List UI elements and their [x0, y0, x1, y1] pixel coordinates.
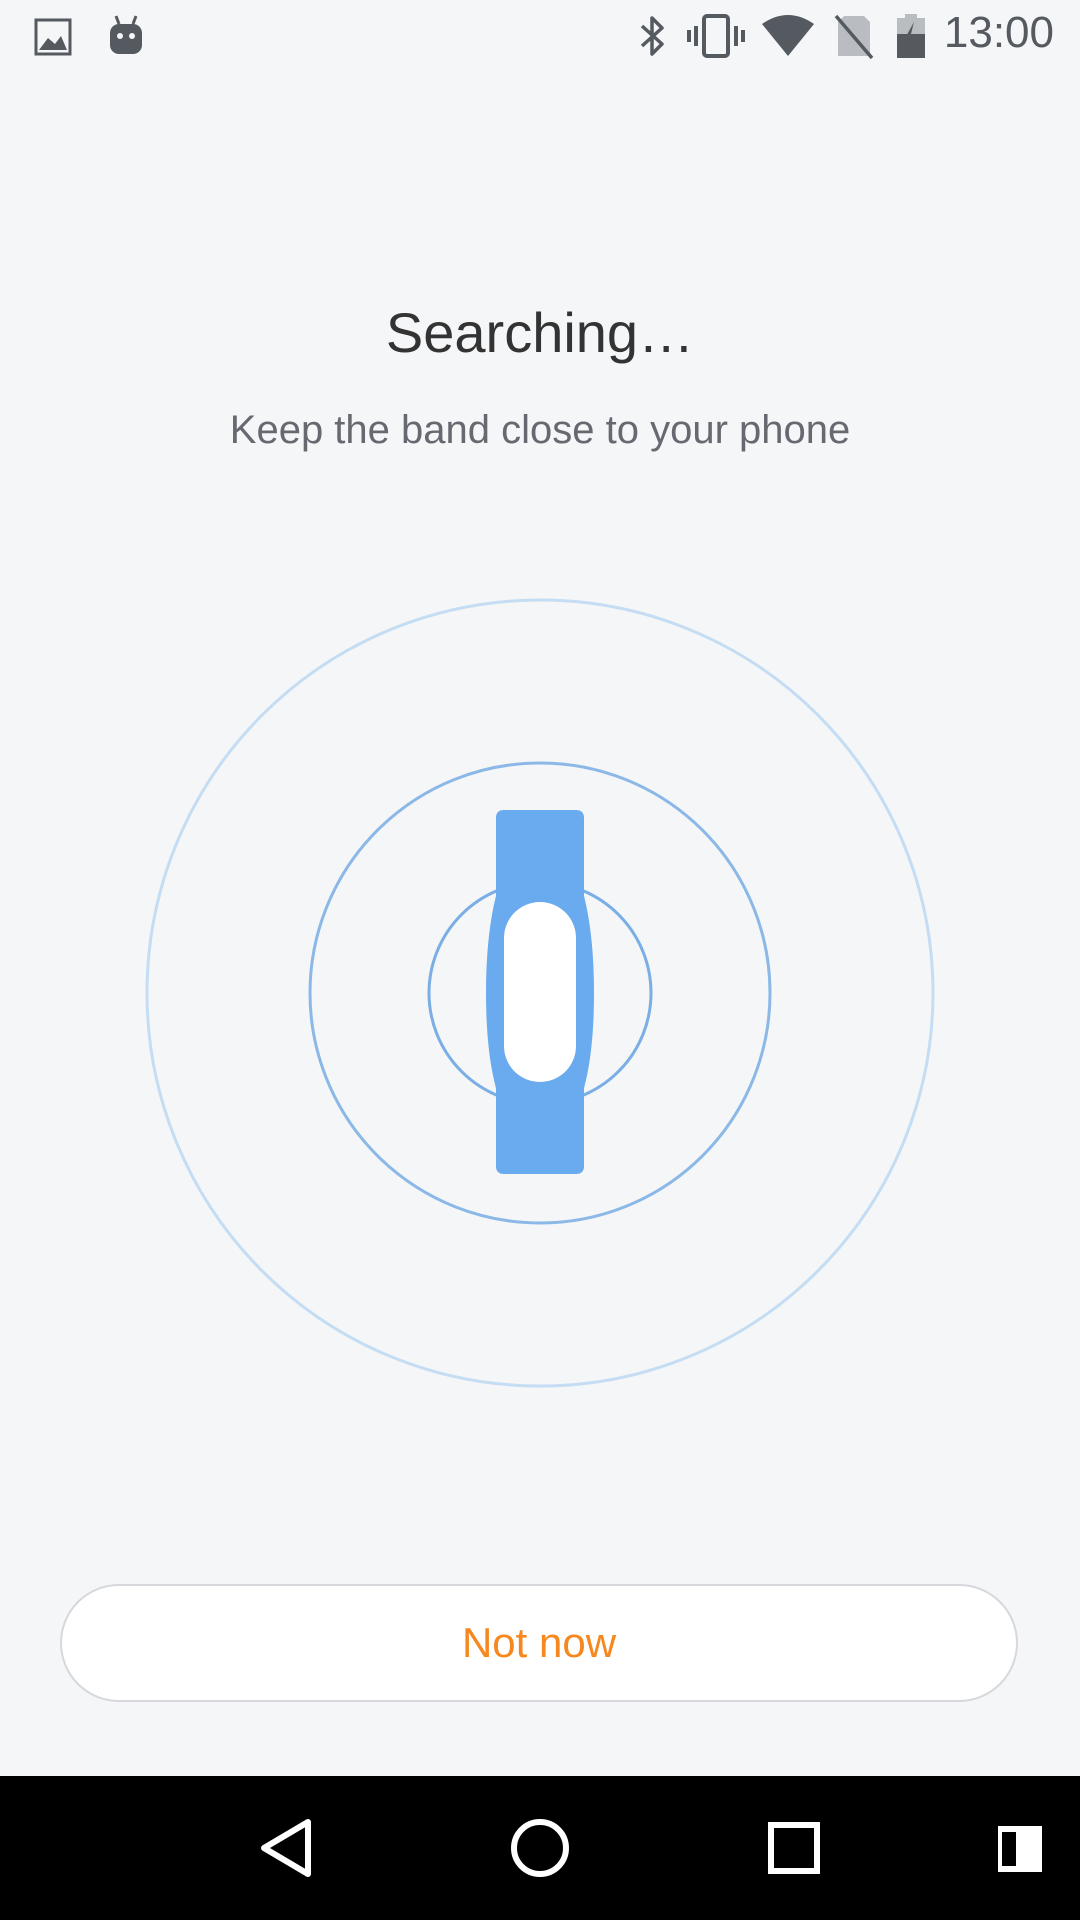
recents-icon[interactable]: [758, 1812, 830, 1884]
navigation-bar: [0, 1776, 1080, 1920]
status-time: 13:00: [943, 8, 1054, 57]
not-now-button[interactable]: Not now: [60, 1584, 1018, 1702]
back-icon[interactable]: [252, 1812, 324, 1884]
status-bar: 13:00: [0, 0, 1080, 72]
split-screen-icon[interactable]: [984, 1812, 1056, 1884]
android-icon: [110, 15, 142, 54]
home-icon[interactable]: [504, 1812, 576, 1884]
wifi-icon: [762, 15, 814, 56]
fitness-band-icon: [486, 810, 594, 1174]
page-subtitle: Keep the band close to your phone: [229, 408, 851, 452]
gallery-icon: [34, 18, 72, 56]
band-search-illustration: [145, 598, 935, 1388]
battery-charging-icon: [897, 14, 925, 58]
no-sim-icon: [834, 14, 874, 60]
vibrate-icon: [687, 14, 745, 58]
bluetooth-icon: [640, 16, 664, 56]
page-title: Searching…: [385, 301, 695, 364]
pairing-screen: 13:00 Searching… Keep the band close to …: [0, 0, 1080, 1920]
